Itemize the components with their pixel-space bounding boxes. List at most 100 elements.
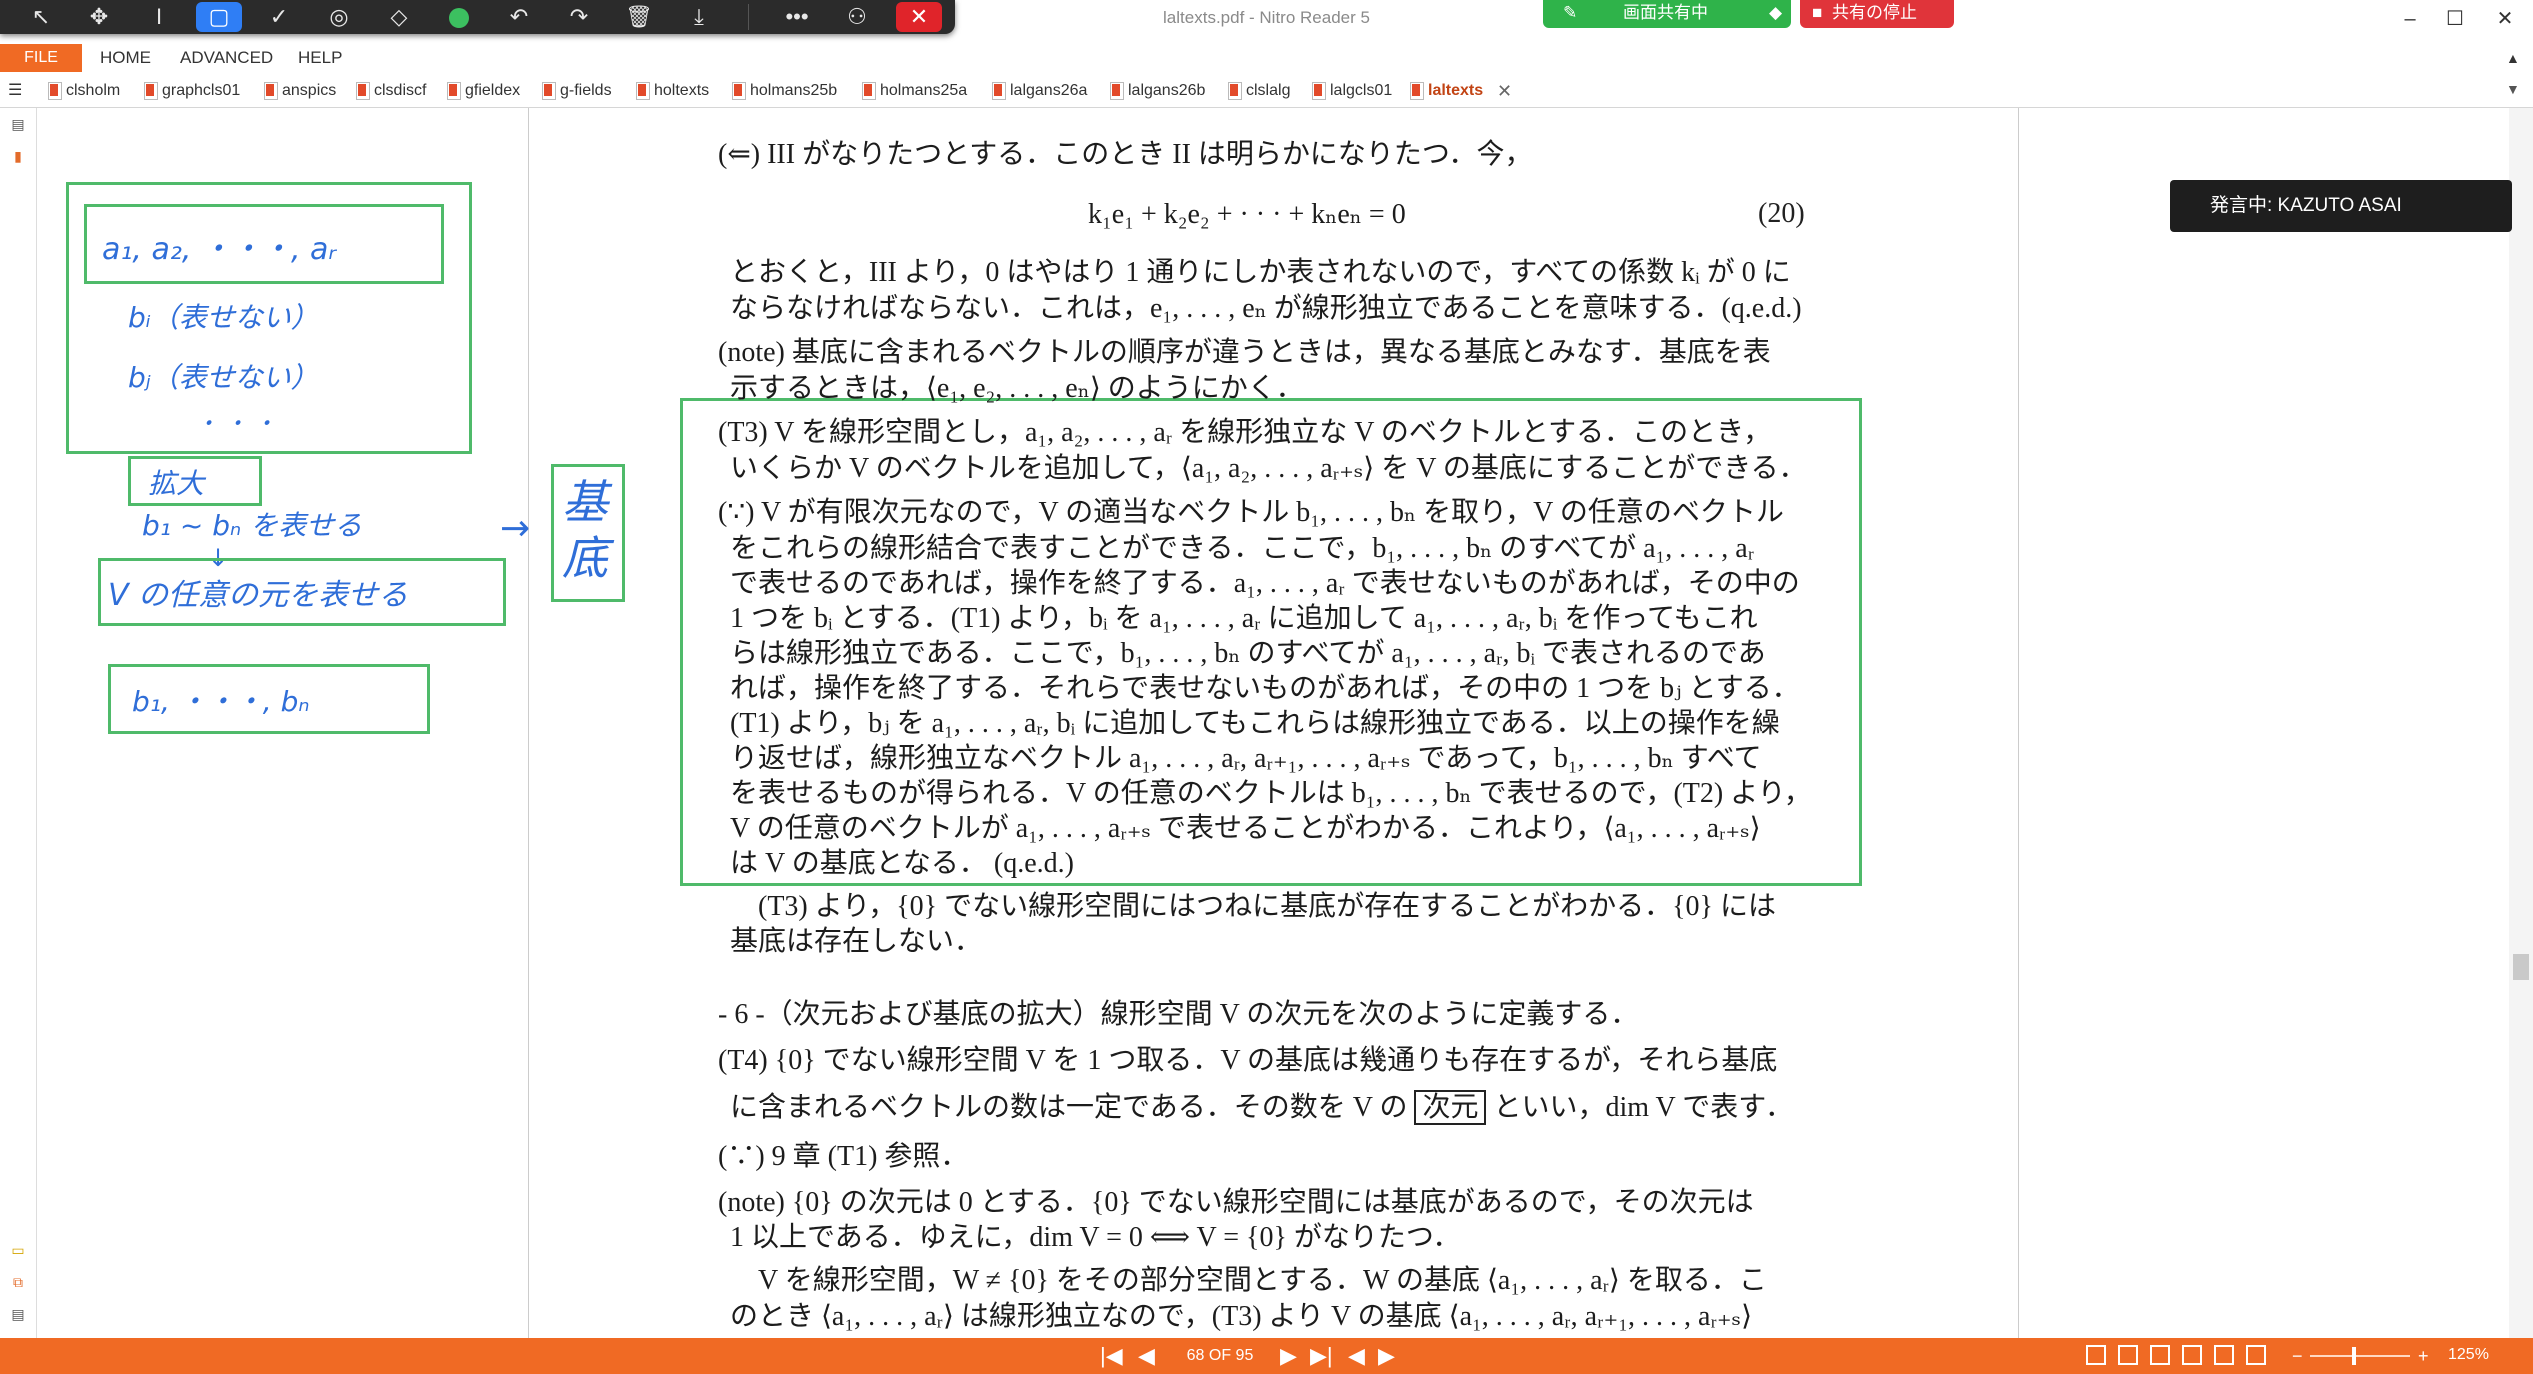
first-page-icon[interactable]: |◀ [1100,1342,1123,1370]
color-picker-button[interactable] [436,2,482,32]
doc-line-t4-definition: に含まれるベクトルの数は一定である．その数を V の 次元 といい，dim V … [730,1090,1794,1125]
tab-clslalg[interactable]: clslalg [1224,78,1290,104]
zoom-out-icon[interactable]: − [2292,1342,2303,1370]
page-indicator[interactable]: 68 OF 95 [1185,1344,1255,1368]
tab-lalgans26a[interactable]: lalgans26a [988,78,1087,104]
tab-label: anspics [282,82,337,99]
annotation-toolbar: ↖ ✥ I ▢ ✓ ◎ ◇ ↶ ↷ 🗑 ⤓ ••• ⚇ ✕ [0,0,955,34]
check-tool-icon[interactable]: ✓ [256,2,302,32]
tab-lalgcls01[interactable]: lalgcls01 [1308,78,1392,104]
attachments-panel-icon[interactable]: ⧉ [8,1272,28,1292]
more-options-icon[interactable]: ••• [774,2,820,32]
handwriting-a-list: a₁, a₂, ・・・, aᵣ [102,232,337,267]
tab-lalgans26b[interactable]: lalgans26b [1106,78,1205,104]
doc-line: のとき ⟨a₁, . . . , aᵣ⟩ は線形独立なので，(T3) より V … [730,1301,1753,1332]
tab-label: clsdiscf [374,82,427,99]
tab-g-fields[interactable]: g-fields [538,78,612,104]
zoom-slider-handle[interactable] [2352,1347,2356,1365]
tab-clsholm[interactable]: clsholm [44,78,120,104]
comments-panel-icon[interactable]: ▭ [8,1240,28,1260]
tab-anspics[interactable]: anspics [260,78,336,104]
move-tool-icon[interactable]: ✥ [76,2,122,32]
handwriting-bi-note: bᵢ（表せない） [128,301,319,334]
zoom-slider[interactable] [2310,1355,2410,1357]
pdf-icon [542,82,556,100]
doc-line: いくらか V のベクトルを追加して，⟨a₁, a₂, . . . , aᵣ₊ₛ⟩… [730,453,1807,484]
tab-laltexts[interactable]: laltexts [1406,78,1483,104]
vertical-scrollbar[interactable] [2509,108,2533,1338]
file-menu[interactable]: FILE [0,44,82,72]
undo-icon[interactable]: ↶ [496,2,542,32]
text-tool-icon[interactable]: I [136,2,182,32]
pages-panel-icon[interactable]: ▤ [8,114,28,134]
doc-line: を表せるものが得られる．V の任意のベクトルは b₁, . . . , bₙ で… [730,778,1812,809]
tab-label: lalgans26b [1128,82,1206,99]
facing-view-icon[interactable] [2150,1345,2170,1365]
participant-icon[interactable]: ⚇ [834,2,880,32]
pdf-icon [356,82,370,100]
single-page-view-icon[interactable] [2086,1345,2106,1365]
tab-label: holmans25b [750,82,838,99]
menu-bar: FILE HOME ADVANCED HELP ▲ [0,44,2533,72]
doc-line: 基底は存在しない． [730,926,983,957]
doc-line: (note) {0} の次元は 0 とする．{0} でない線形空間には基底がある… [718,1187,1754,1218]
facing-continuous-view-icon[interactable] [2182,1345,2202,1365]
fit-width-icon[interactable] [2246,1345,2266,1365]
window-close-button[interactable]: ✕ [2475,2,2533,36]
stamp-tool-icon[interactable]: ◎ [316,2,362,32]
stop-icon: ■ [1812,3,1823,22]
previous-view-icon[interactable]: ◀ [1348,1342,1365,1370]
delete-icon[interactable]: 🗑 [616,2,662,32]
last-page-icon[interactable]: ▶| [1310,1342,1333,1370]
next-page-icon[interactable]: ▶ [1280,1342,1297,1370]
tab-gfieldex[interactable]: gfieldex [443,78,520,104]
doc-text: に含まれるベクトルの数は一定である．その数を V の [730,1092,1408,1123]
screen-sharing-badge: ✎ 画面共有中 ◆ [1543,0,1791,28]
tab-holtexts[interactable]: holtexts [632,78,709,104]
zoom-in-icon[interactable]: + [2418,1342,2429,1370]
doc-text: といい，dim V で表す． [1493,1092,1794,1123]
pdf-icon [447,82,461,100]
tab-graphcls01[interactable]: graphcls01 [140,78,240,104]
tab-holmans25a[interactable]: holmans25a [858,78,967,104]
bookmarks-panel-icon[interactable]: ▮ [8,146,28,166]
doc-line: (T3) より，{0} でない線形空間にはつねに基底が存在することがわかる．{0… [758,891,1776,922]
doc-line: (⇐) III がなりたつとする．このとき II は明らかになりたつ．今， [718,139,1533,170]
pdf-icon [1410,82,1424,100]
rectangle-tool-icon[interactable]: ▢ [196,2,242,32]
pointer-tool-icon[interactable]: ↖ [18,2,64,32]
doc-line: (note) 基底に含まれるベクトルの順序が違うときは，異なる基底とみなす．基底… [718,337,1771,368]
close-tab-icon[interactable]: ✕ [1497,78,1512,104]
sharing-label: 画面共有中 [1623,3,1708,22]
zoom-level[interactable]: 125% [2448,1346,2489,1364]
fit-page-icon[interactable] [2214,1345,2234,1365]
continuous-view-icon[interactable] [2118,1345,2138,1365]
next-view-icon[interactable]: ▶ [1378,1342,1395,1370]
doc-line: とおくと，III より，0 はやはり 1 通りにしか表されないので，すべての係数… [730,257,1791,288]
layers-panel-icon[interactable]: ▤ [8,1304,28,1324]
scrollbar-thumb[interactable] [2513,954,2529,980]
save-download-icon[interactable]: ⤓ [676,2,722,32]
tab-holmans25b[interactable]: holmans25b [728,78,837,104]
tab-label: g-fields [560,82,612,99]
redo-icon[interactable]: ↷ [556,2,602,32]
doc-line: は V の基底となる． (q.e.d.) [730,848,1074,879]
advanced-menu[interactable]: ADVANCED [180,44,273,72]
doc-line: 示するときは，⟨e₁, e₂, . . . , eₙ⟩ のようにかく． [730,373,1304,404]
close-annotation-icon[interactable]: ✕ [896,2,942,32]
tab-label: clsholm [66,82,121,99]
handwriting-bj-note: bⱼ（表せない） [128,361,319,394]
tab-label: lalgcls01 [1330,82,1393,99]
eraser-tool-icon[interactable]: ◇ [376,2,422,32]
doc-line: (∵) 9 章 (T1) 参照． [718,1141,969,1172]
home-menu[interactable]: HOME [100,44,151,72]
tab-clsdiscf[interactable]: clsdiscf [352,78,426,104]
tab-overflow-icon[interactable]: ▼ [2506,81,2520,97]
left-panel-strip: ▤ ▮ ▭ ⧉ ▤ [0,108,37,1338]
tab-list-icon[interactable]: ☰ [8,78,28,104]
ribbon-collapse-icon[interactable]: ▲ [2506,44,2520,72]
stop-sharing-button[interactable]: ■ 共有の停止 [1800,0,1954,28]
right-margin-area [2019,108,2509,1338]
previous-page-icon[interactable]: ◀ [1138,1342,1155,1370]
help-menu[interactable]: HELP [298,44,342,72]
